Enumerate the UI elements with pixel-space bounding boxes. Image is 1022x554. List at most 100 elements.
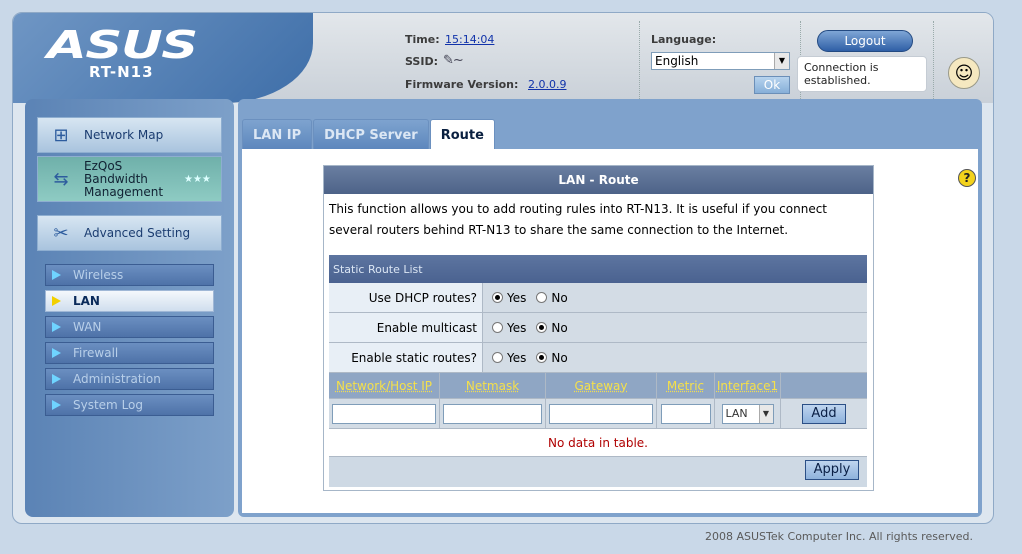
- sidebar-item-administration[interactable]: Administration: [45, 368, 214, 390]
- route-input-row: LAN ▼ Add: [329, 398, 867, 429]
- cell: [440, 398, 546, 429]
- sidebar-item-firewall[interactable]: Firewall: [45, 342, 214, 364]
- question-options: Yes No: [483, 283, 867, 312]
- sidebar-item-label: LAN: [73, 294, 100, 308]
- interface-value: LAN: [725, 406, 748, 420]
- assistant-avatar-icon[interactable]: ☺: [948, 57, 980, 89]
- header-divider: [933, 21, 934, 101]
- question-label: Enable multicast routing?: [329, 313, 483, 365]
- column-metric: Metric: [657, 373, 715, 398]
- cell: [329, 398, 440, 429]
- firmware-label: Firmware Version:: [405, 78, 519, 91]
- route-table-header: Network/Host IP Netmask Gateway Metric I…: [329, 373, 867, 399]
- cell: [546, 398, 657, 429]
- sidebar-item-network-map[interactable]: ⊞ Network Map: [37, 117, 222, 153]
- sidebar-item-label: Administration: [73, 372, 161, 386]
- column-gateway: Gateway: [546, 373, 657, 398]
- ssid-scribble-icon: ✎~: [443, 53, 464, 68]
- sidebar-item-label: Wireless: [73, 268, 124, 282]
- netmask-input[interactable]: [443, 403, 542, 424]
- panel-description: This function allows you to add routing …: [329, 202, 828, 237]
- static-routes-yes[interactable]: Yes: [492, 351, 526, 365]
- multicast-routing-yes[interactable]: Yes: [492, 321, 526, 335]
- panel-title: LAN - Route: [324, 166, 873, 194]
- tab-route[interactable]: Route: [429, 119, 495, 149]
- asus-logo: ASUS: [47, 23, 198, 67]
- chevron-down-icon: ▼: [758, 404, 773, 423]
- language-label: Language:: [651, 33, 717, 46]
- empty-table-message: No data in table.: [329, 429, 867, 457]
- column-interface: Interface1: [715, 373, 781, 398]
- language-value: English: [655, 54, 699, 68]
- question-label: Enable static routes?: [329, 343, 483, 372]
- sidebar-item-lan[interactable]: LAN: [45, 290, 214, 312]
- column-network-host-ip: Network/Host IP: [329, 373, 440, 398]
- router-admin-window: ASUS RT-N13 Time: 15:14:04 SSID: ✎~ Firm…: [12, 12, 994, 524]
- sidebar-item-advanced-setting[interactable]: ✂ Advanced Setting: [37, 215, 222, 251]
- question-label: Use DHCP routes?: [329, 283, 483, 312]
- multicast-routing-no[interactable]: No: [536, 321, 568, 335]
- radio-button[interactable]: [536, 322, 548, 333]
- sidebar-item-wireless[interactable]: Wireless: [45, 264, 214, 286]
- sidebar-item-wan[interactable]: WAN: [45, 316, 214, 338]
- question-row: Use DHCP routes? Yes No: [329, 283, 867, 313]
- connection-status: Connection is established.: [797, 56, 927, 92]
- network-map-icon: ⊞: [53, 124, 69, 146]
- sidebar-item-label: WAN: [73, 320, 102, 334]
- radio-button[interactable]: [536, 292, 548, 303]
- sidebar-item-label: Advanced Setting: [84, 226, 191, 240]
- option-label: No: [551, 290, 568, 305]
- sidebar-item-system-log[interactable]: System Log: [45, 394, 214, 416]
- tab-lan-ip[interactable]: LAN IP: [242, 119, 313, 149]
- option-label: Yes: [507, 320, 527, 335]
- gateway-input[interactable]: [549, 403, 653, 424]
- option-label: Yes: [507, 290, 527, 305]
- question-row: Enable static routes? Yes No: [329, 343, 867, 373]
- menu-spacer: [37, 254, 222, 264]
- add-route-button[interactable]: Add: [802, 403, 846, 424]
- apply-button[interactable]: Apply: [805, 460, 859, 480]
- arrow-right-icon: [52, 322, 61, 332]
- time-label: Time:: [405, 33, 440, 46]
- brand-block: ASUS RT-N13: [13, 13, 313, 103]
- sidebar-item-ezqos[interactable]: ⇆ EzQoS Bandwidth Management ★★★: [37, 156, 222, 202]
- dhcp-routes-yes[interactable]: Yes: [492, 291, 526, 305]
- radio-button[interactable]: [492, 322, 503, 333]
- question-options: Yes No: [483, 313, 867, 342]
- tab-content: ? LAN - Route This function allows you t…: [242, 149, 978, 513]
- language-select[interactable]: English ▼: [651, 52, 790, 70]
- metric-input[interactable]: [660, 403, 711, 424]
- column-netmask: Netmask: [440, 373, 546, 398]
- language-ok-button[interactable]: Ok: [754, 76, 790, 94]
- question-options: Yes No: [483, 343, 867, 372]
- static-route-form: Static Route List Use DHCP routes? Yes N…: [329, 255, 867, 487]
- sidebar-item-label: EzQoS Bandwidth Management: [84, 158, 164, 199]
- apply-row: Apply: [329, 457, 867, 487]
- menu-spacer: [37, 205, 222, 215]
- arrow-right-icon: [52, 270, 61, 280]
- tab-dhcp-server[interactable]: DHCP Server: [313, 119, 429, 149]
- header-divider: [639, 21, 640, 101]
- section-title: Static Route List: [329, 255, 867, 283]
- firmware-value[interactable]: 2.0.0.9: [528, 78, 566, 91]
- chevron-down-icon: ▼: [774, 53, 789, 69]
- arrow-right-icon: [52, 400, 61, 410]
- interface-select[interactable]: LAN ▼: [721, 403, 774, 424]
- radio-button[interactable]: [492, 292, 503, 303]
- radio-button[interactable]: [492, 352, 503, 363]
- radio-button[interactable]: [536, 352, 548, 363]
- ssid-label: SSID:: [405, 55, 438, 68]
- static-routes-no[interactable]: No: [536, 350, 568, 365]
- time-value[interactable]: 15:14:04: [445, 33, 494, 46]
- option-label: No: [551, 350, 568, 365]
- column-action: [781, 373, 867, 398]
- cell: Add: [781, 399, 867, 429]
- sidebar: ⊞ Network Map ⇆ EzQoS Bandwidth Manageme…: [25, 99, 234, 517]
- network-host-ip-input[interactable]: [332, 403, 436, 424]
- option-label: Yes: [507, 350, 527, 365]
- sidebar-item-label: Firewall: [73, 346, 119, 360]
- logout-button[interactable]: Logout: [817, 30, 913, 52]
- help-icon[interactable]: ?: [958, 169, 976, 187]
- cell: LAN ▼: [715, 398, 781, 429]
- dhcp-routes-no[interactable]: No: [536, 290, 568, 305]
